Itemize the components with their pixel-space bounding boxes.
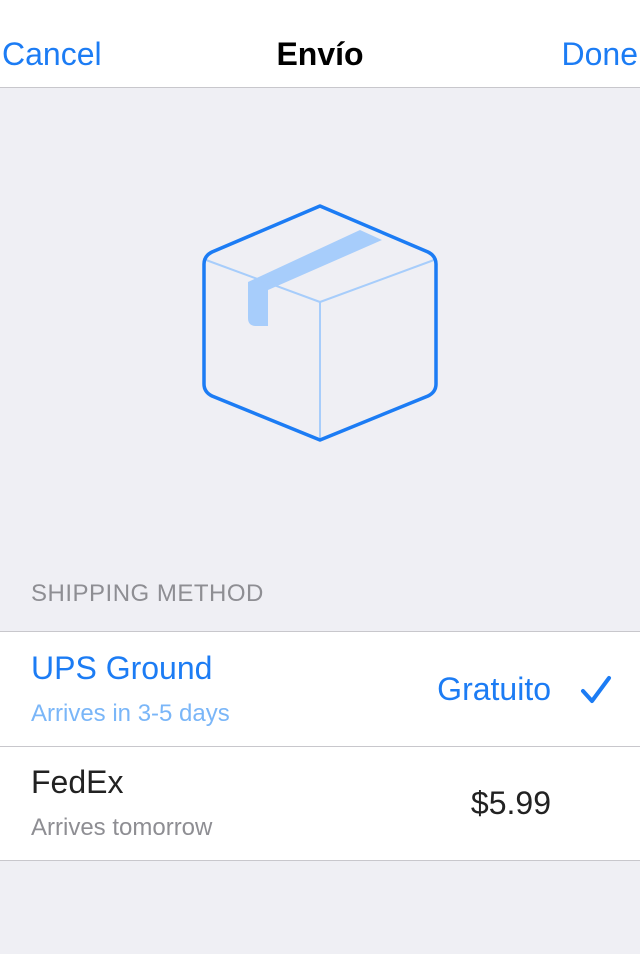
navigation-bar: Cancel Envío Done [0,0,640,88]
shipping-option-name: UPS Ground [31,650,213,686]
section-header-shipping-method: SHIPPING METHOD [31,580,264,607]
checkmark-icon [581,676,611,703]
shipping-method-list: UPS Ground Arrives in 3-5 days Gratuito … [0,631,640,861]
shipping-option-name: FedEx [31,764,124,800]
package-box-icon [202,204,438,442]
shipping-option-fedex[interactable]: FedEx Arrives tomorrow $5.99 [0,746,640,860]
done-button[interactable]: Done [562,36,639,72]
hero-area [0,88,640,558]
page-title: Envío [276,36,364,72]
shipping-option-ups-ground[interactable]: UPS Ground Arrives in 3-5 days Gratuito [0,632,640,746]
shipping-option-price: $5.99 [470,785,551,821]
shipping-option-delivery: Arrives in 3-5 days [31,700,230,727]
shipping-option-price: Gratuito [437,671,551,707]
shipping-option-delivery: Arrives tomorrow [31,814,213,841]
